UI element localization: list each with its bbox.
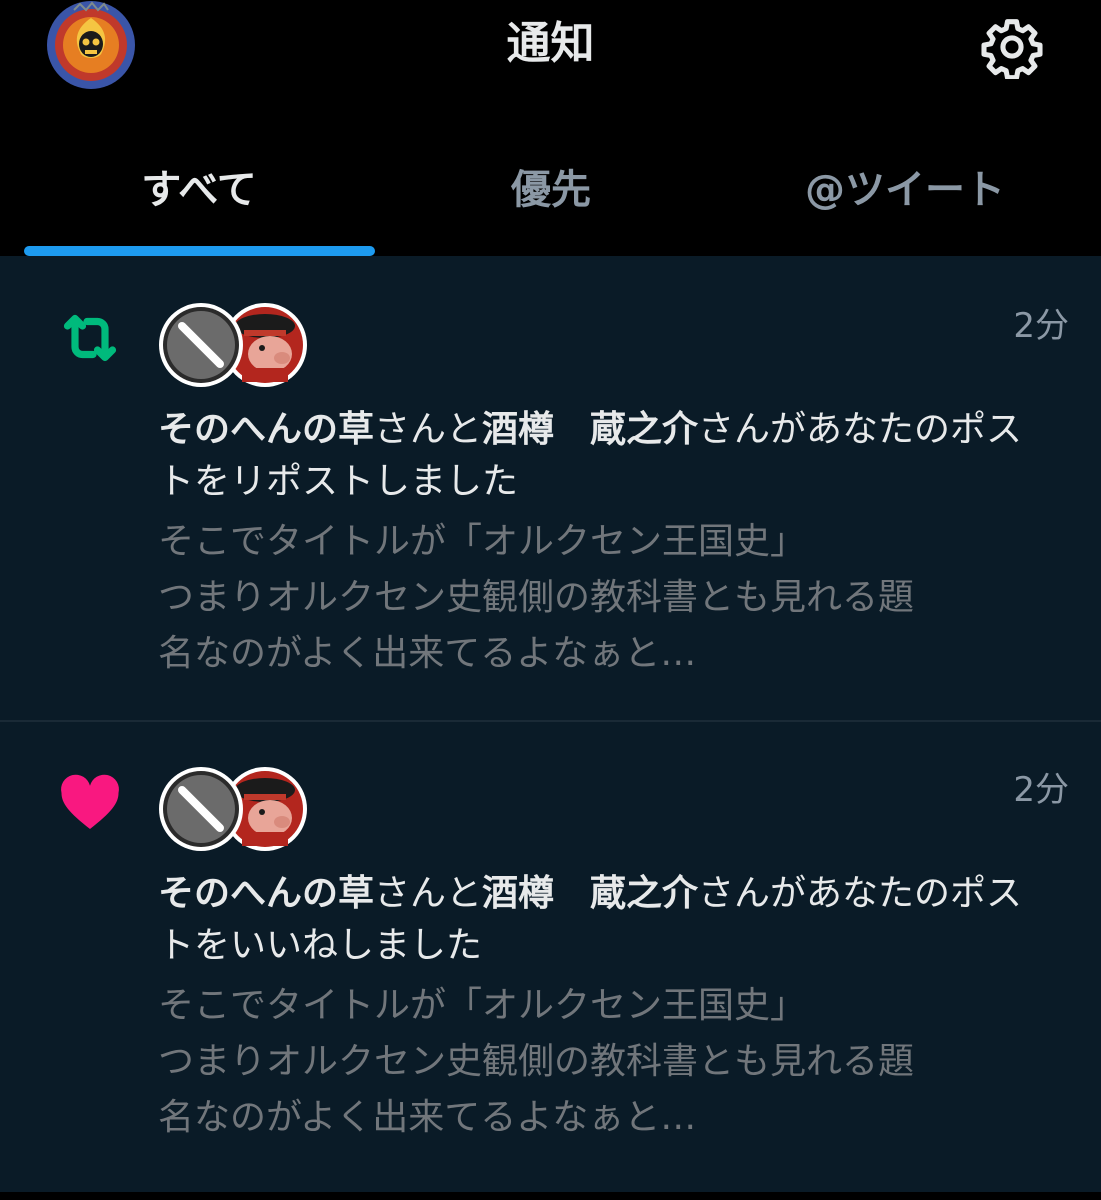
active-tab-indicator [24, 246, 375, 256]
notification-headline: そのへんの草さんと酒樽 蔵之介さんがあなたのポストをいいねしました [158, 868, 1058, 972]
tab-all[interactable]: すべて [0, 150, 398, 230]
snippet-line: 名なのがよく出来てるよなぁと… [158, 633, 697, 674]
user-name-2[interactable]: 酒樽 蔵之介 [482, 409, 698, 450]
snippet-line: つまりオルクセン史観側の教科書とも見れる題 [158, 1041, 915, 1082]
actor-avatars [158, 302, 308, 392]
notification-tabs: すべて 優先 @ツイート [0, 150, 1101, 230]
bottom-edge [0, 1192, 1101, 1200]
snippet-line: つまりオルクセン史観側の教科書とも見れる題 [158, 577, 915, 618]
snippet-line: そこでタイトルが「オルクセン王国史」 [158, 521, 807, 562]
page-title: 通知 [506, 18, 595, 69]
headline-joiner: さんと [374, 873, 483, 914]
headline-joiner: さんと [374, 409, 483, 450]
post-snippet: そこでタイトルが「オルクセン王国史」 つまりオルクセン史観側の教科書とも見れる題… [158, 978, 1058, 1146]
notification-headline: そのへんの草さんと酒樽 蔵之介さんがあなたのポストをリポストしました [158, 404, 1058, 508]
avatar-sonohen[interactable] [158, 766, 244, 852]
notification-feed: 2分 そのへんの草さんと酒樽 蔵之介さんがあなたのポストをリポストしました そこ… [0, 256, 1101, 1192]
post-snippet: そこでタイトルが「オルクセン王国史」 つまりオルクセン史観側の教科書とも見れる題… [158, 514, 1058, 682]
timestamp: 2分 [1013, 770, 1069, 810]
repost-icon [54, 302, 126, 374]
settings-button[interactable] [980, 15, 1044, 81]
tab-mentions[interactable]: @ツイート [706, 150, 1101, 230]
gear-icon [981, 19, 1043, 81]
actor-avatars [158, 766, 308, 856]
user-name-1[interactable]: そのへんの草 [158, 409, 374, 450]
timestamp: 2分 [1013, 306, 1069, 346]
avatar-sonohen[interactable] [158, 302, 244, 388]
user-name-2[interactable]: 酒樽 蔵之介 [482, 873, 698, 914]
top-app-bar: 通知 すべて 優先 @ツイート [0, 0, 1101, 256]
heart-icon [54, 766, 126, 838]
snippet-line: そこでタイトルが「オルクセン王国史」 [158, 985, 807, 1026]
user-name-1[interactable]: そのへんの草 [158, 873, 374, 914]
tab-priority[interactable]: 優先 [352, 150, 750, 230]
snippet-line: 名なのがよく出来てるよなぁと… [158, 1097, 697, 1138]
